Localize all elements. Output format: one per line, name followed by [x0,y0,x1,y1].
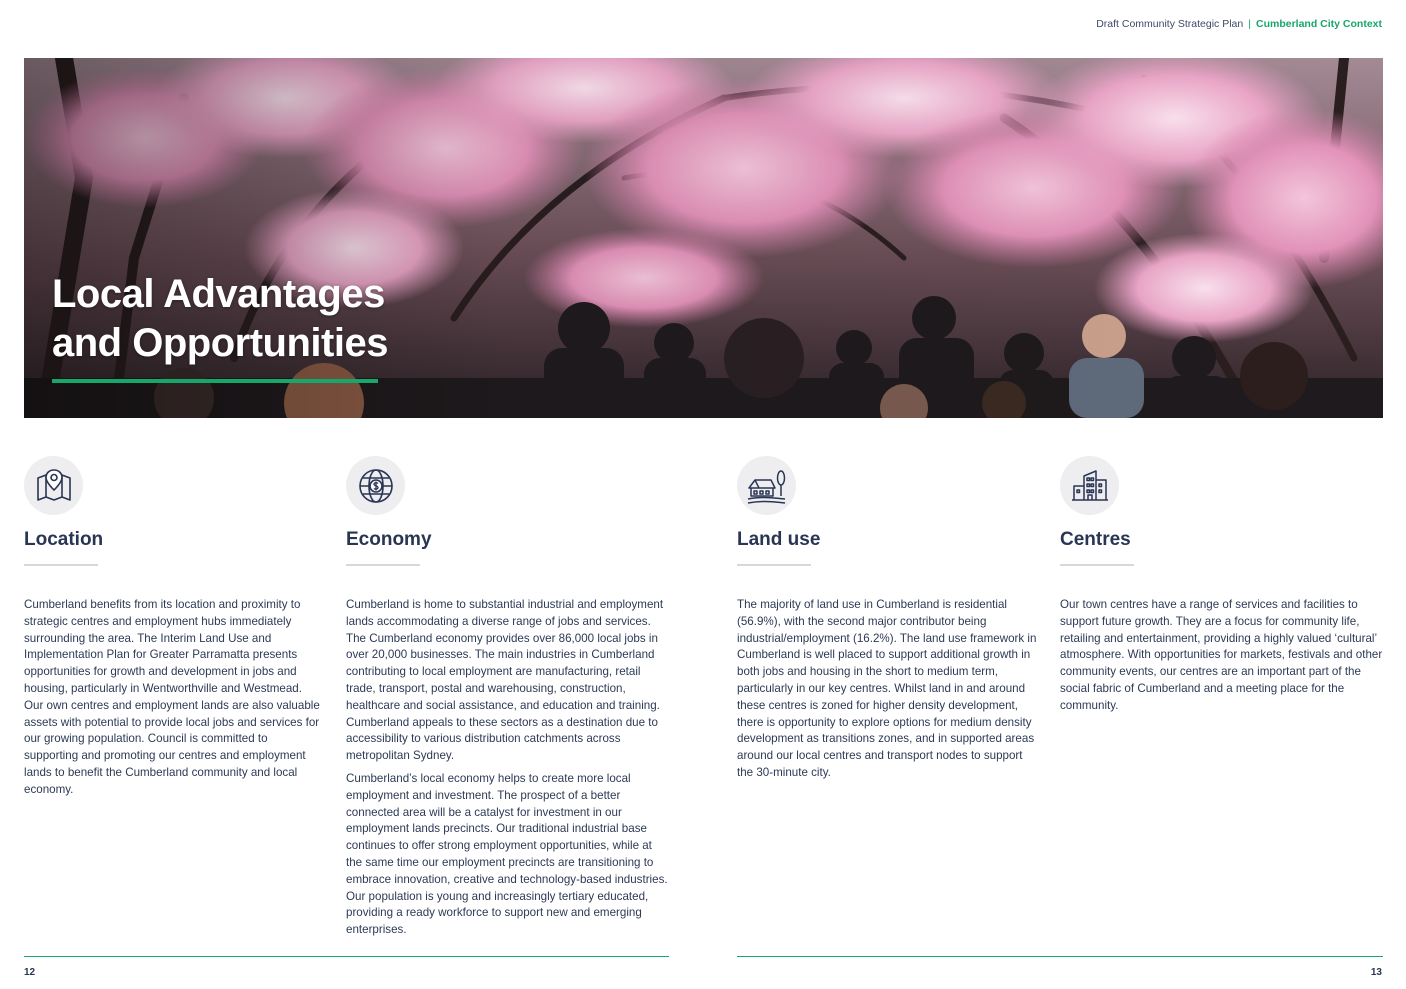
section-land-use: Land use The majority of land use in Cum… [737,456,1037,779]
body-paragraph: Cumberland benefits from its location an… [24,598,320,796]
page-title: Local Advantages and Opportunities [52,270,388,368]
section-heading: Location [24,529,104,550]
section-body: Cumberland is home to substantial indust… [346,597,670,945]
section-body: Cumberland benefits from its location an… [24,597,320,805]
section-body: Our town centres have a range of service… [1060,597,1384,721]
footer-rule-left [24,956,669,957]
section-location: Location Cumberland benefits from its lo… [24,456,320,796]
farmhouse-icon [747,469,785,504]
section-body: The majority of land use in Cumberland i… [737,597,1039,788]
body-paragraph: Cumberland’s local economy helps to crea… [346,771,668,937]
heading-underline [24,564,98,566]
heading-underline [737,564,811,566]
centres-icon-badge [1060,456,1119,515]
document-title: Draft Community Strategic Plan [1096,18,1244,30]
section-heading: Economy [346,529,432,550]
city-buildings-icon [1071,469,1108,501]
heading-underline [1060,564,1134,566]
body-paragraph: Cumberland is home to substantial indust… [346,598,664,763]
hero-banner: Local Advantages and Opportunities [24,58,1383,418]
location-icon-badge [24,456,83,515]
header-separator: | [1248,18,1251,30]
body-paragraph: Our town centres have a range of service… [1060,598,1383,712]
map-location-icon [36,468,71,501]
section-heading: Land use [737,529,821,550]
section-centres: Centres Our town centres have a range of… [1060,456,1384,712]
section-heading: Centres [1060,529,1131,550]
body-paragraph: The majority of land use in Cumberland i… [737,598,1037,779]
title-accent-rule [52,379,378,383]
globe-dollar-icon [358,468,393,503]
land-use-icon-badge [737,456,796,515]
economy-icon-badge [346,456,405,515]
title-line-2: and Opportunities [52,321,388,365]
page-number-right: 13 [1370,967,1382,978]
page-number-left: 12 [24,967,36,978]
section-name: Cumberland City Context [1255,18,1382,30]
heading-underline [346,564,420,566]
footer-rule-right [737,956,1383,957]
running-header: Draft Community Strategic Plan | Cumberlan… [1096,18,1382,30]
title-line-1: Local Advantages [52,272,385,316]
section-economy: Economy Cumberland is home to substantia… [346,456,670,936]
